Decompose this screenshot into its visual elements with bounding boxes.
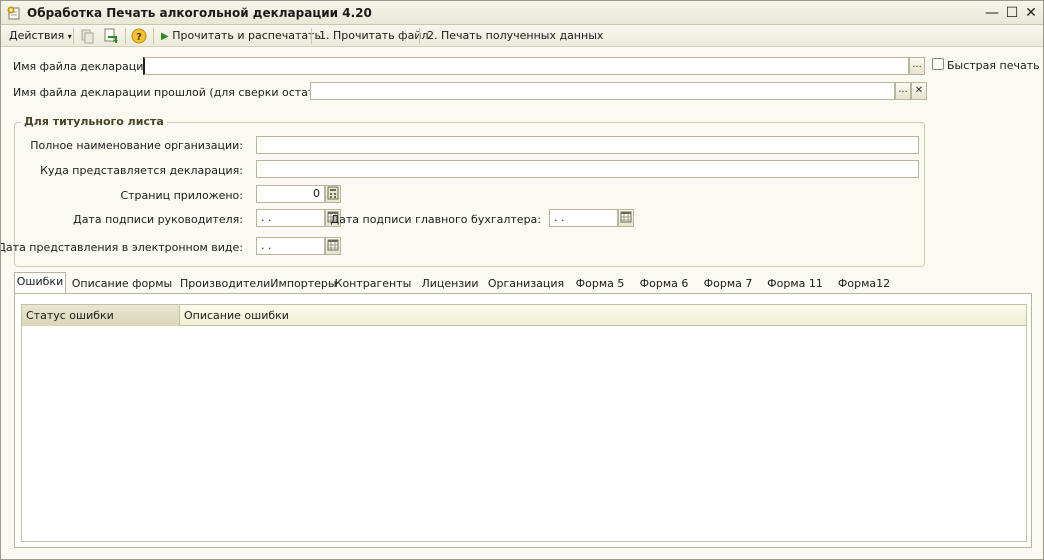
prev-decl-file-input[interactable] xyxy=(310,82,895,100)
tab-producers-importers[interactable]: ПроизводителиИмпортеры xyxy=(180,275,337,295)
toolbar: Действия ▾ ? ▶ Прочитать и распечатать 1… xyxy=(1,25,1043,47)
org-name-label: Полное наименование организации: xyxy=(30,139,243,152)
calculator-icon xyxy=(327,186,339,200)
toolbar-separator xyxy=(153,28,154,44)
decl-file-input[interactable] xyxy=(143,57,909,75)
recipient-label: Куда представляется декларация: xyxy=(40,164,243,177)
tab-form-12[interactable]: Форма12 xyxy=(834,275,894,295)
title-bar: Обработка Печать алкогольной декларации … xyxy=(1,1,1043,25)
tab-licenses[interactable]: Лицензии xyxy=(420,275,480,295)
tab-form-5[interactable]: Форма 5 xyxy=(572,275,628,295)
errors-tab-panel: Статус ошибки Описание ошибки xyxy=(14,293,1032,548)
read-and-print-button[interactable]: ▶ Прочитать и распечатать xyxy=(161,28,321,44)
tab-form-11[interactable]: Форма 11 xyxy=(764,275,826,295)
electronic-date-label: Дата представления в электронном виде: xyxy=(0,241,243,254)
tab-form-description[interactable]: Описание формы xyxy=(70,275,174,295)
tab-bar: Ошибки Описание формы ПроизводителиИмпор… xyxy=(14,272,1034,295)
column-header-error-status[interactable]: Статус ошибки xyxy=(22,305,180,326)
quick-print-label: Быстрая печать xyxy=(947,59,1040,72)
dropdown-arrow-icon: ▾ xyxy=(67,32,72,41)
minimize-button[interactable]: — xyxy=(983,4,1001,22)
play-icon: ▶ xyxy=(161,31,169,42)
errors-table[interactable]: Статус ошибки Описание ошибки xyxy=(21,304,1027,542)
copy-document-icon[interactable] xyxy=(79,28,95,44)
prev-decl-file-browse-button[interactable]: ... xyxy=(895,82,911,100)
decl-file-browse-button[interactable]: ... xyxy=(909,57,925,75)
actions-menu-label: Действия xyxy=(9,29,65,42)
tab-counterparties[interactable]: Контрагенты xyxy=(334,275,412,295)
recipient-input[interactable] xyxy=(256,160,919,178)
quick-print-checkbox[interactable] xyxy=(932,58,944,70)
toolbar-separator xyxy=(125,28,126,44)
electronic-date-calendar-button[interactable] xyxy=(325,237,341,255)
accountant-sign-date-input[interactable]: . . xyxy=(549,209,618,227)
pages-input[interactable]: 0 xyxy=(256,185,325,203)
tab-form-6[interactable]: Форма 6 xyxy=(636,275,692,295)
column-header-error-description[interactable]: Описание ошибки xyxy=(180,305,1026,326)
prev-decl-file-clear-button[interactable]: ✕ xyxy=(911,82,927,100)
pages-label: Страниц приложено: xyxy=(120,189,243,202)
main-window: Обработка Печать алкогольной декларации … xyxy=(0,0,1044,560)
decl-file-label: Имя файла декларации: xyxy=(13,60,155,73)
accountant-sign-calendar-button[interactable] xyxy=(618,209,634,227)
tab-errors[interactable]: Ошибки xyxy=(14,272,66,295)
tab-organization[interactable]: Организация xyxy=(486,275,566,295)
clear-icon: ✕ xyxy=(914,85,924,96)
toolbar-separator xyxy=(73,28,74,44)
accountant-sign-date-label: Дата подписи главного бухгалтера: xyxy=(330,213,541,226)
window-title: Обработка Печать алкогольной декларации … xyxy=(27,6,372,20)
read-and-print-label: Прочитать и распечатать xyxy=(172,29,322,42)
org-name-input[interactable] xyxy=(256,136,919,154)
head-sign-date-label: Дата подписи руководителя: xyxy=(73,213,243,226)
toolbar-separator xyxy=(311,28,312,44)
calendar-icon xyxy=(327,239,339,251)
read-file-button[interactable]: 1. Прочитать файл xyxy=(319,28,428,44)
head-sign-date-input[interactable]: . . xyxy=(256,209,325,227)
svg-text:?: ? xyxy=(136,32,142,43)
electronic-date-input[interactable]: . . xyxy=(256,237,325,255)
calculator-button[interactable] xyxy=(325,185,341,203)
actions-menu[interactable]: Действия ▾ xyxy=(9,28,72,44)
errors-table-header: Статус ошибки Описание ошибки xyxy=(22,305,1026,326)
toolbar-separator xyxy=(419,28,420,44)
maximize-button[interactable]: ☐ xyxy=(1003,4,1021,22)
print-data-button[interactable]: 2. Печать полученных данных xyxy=(427,28,603,44)
calendar-icon xyxy=(620,211,632,223)
close-button[interactable]: ✕ xyxy=(1022,4,1040,22)
prev-decl-file-label: Имя файла декларации прошлой (для сверки… xyxy=(13,86,343,99)
title-page-group-title: Для титульного листа xyxy=(21,115,167,128)
document-arrow-icon[interactable] xyxy=(102,28,118,44)
help-icon[interactable]: ? xyxy=(131,28,147,44)
tab-form-7[interactable]: Форма 7 xyxy=(700,275,756,295)
form-plus-icon xyxy=(7,6,20,20)
